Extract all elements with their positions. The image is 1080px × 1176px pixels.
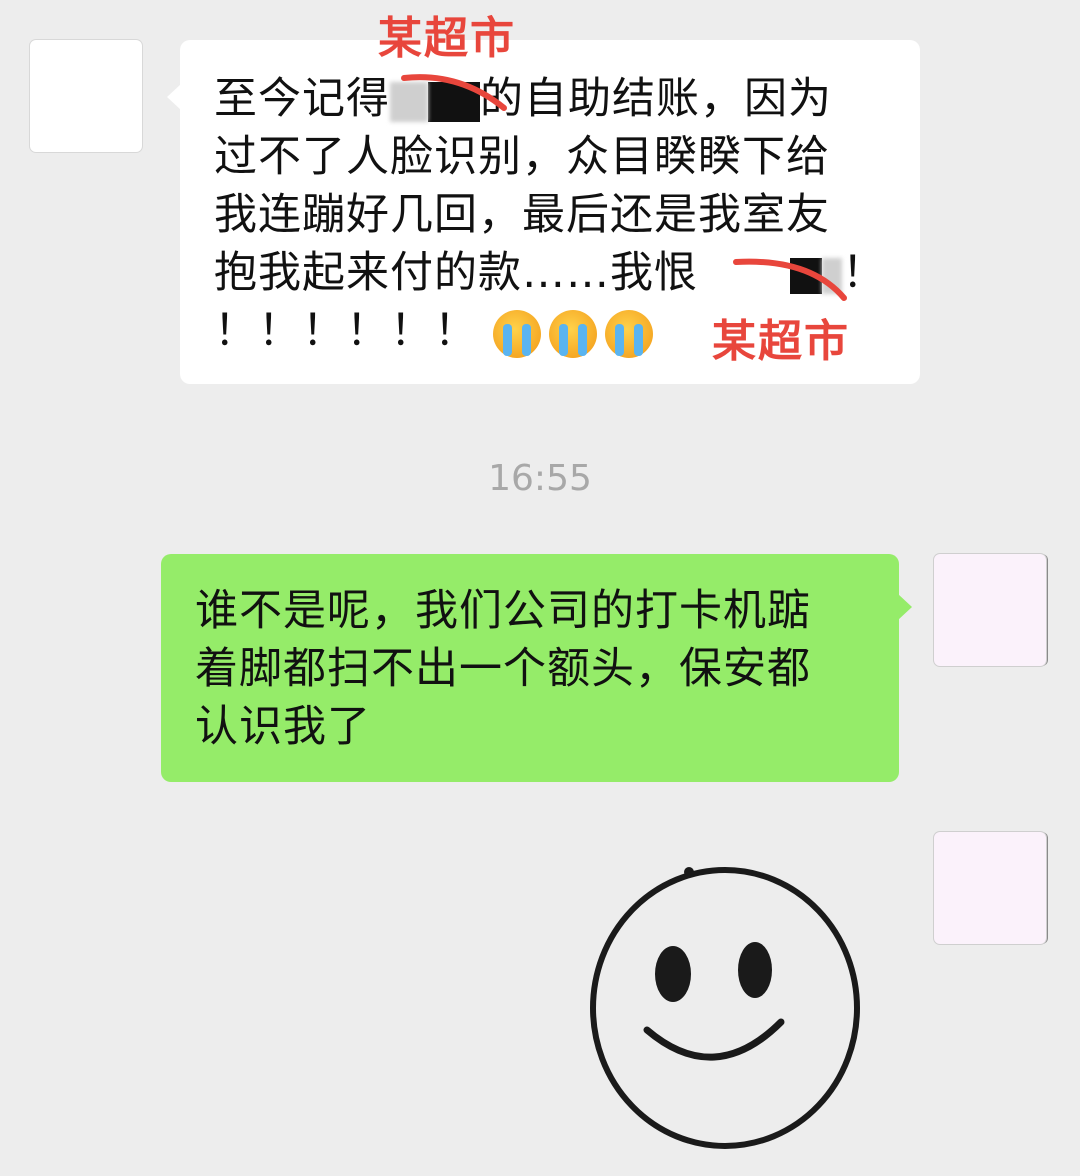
- message-line: ！！！！！！: [214, 302, 661, 360]
- message-line: 至今记得 的自助结账，因为: [214, 70, 832, 128]
- annotation-label-bottom: 某超市: [712, 316, 850, 367]
- loudly-crying-face-icon: [604, 309, 653, 358]
- annotation-stroke-bottom: [733, 258, 847, 301]
- outgoing-message-bubble[interactable]: 谁不是呢，我们公司的打卡机踮 着脚都扫不出一个额头，保安都 认识我了: [161, 554, 912, 782]
- loudly-crying-face-icon: [492, 309, 541, 358]
- message-line: 认识我了: [195, 702, 371, 752]
- self-avatar[interactable]: [934, 554, 1046, 666]
- message-line: 着脚都扫不出一个额头，保安都: [195, 644, 811, 694]
- message-text: 至今记得: [214, 74, 390, 124]
- annotation-label-top: 某超市: [378, 13, 516, 64]
- message-line: 谁不是呢，我们公司的打卡机踮: [195, 586, 811, 636]
- loudly-crying-face-icon: [548, 309, 597, 358]
- self-avatar-sticker[interactable]: [934, 832, 1046, 944]
- annotation-stroke-top: [401, 74, 507, 111]
- message-line: 过不了人脸识别，众目睽睽下给: [214, 132, 830, 182]
- sender-avatar[interactable]: [30, 40, 142, 152]
- message-text: 的自助结账，因为: [480, 74, 832, 124]
- message-text: 抱我起来付的款……我恨: [214, 248, 698, 298]
- message-timestamp: 16:55: [488, 458, 592, 499]
- message-text: ！！！！！！: [214, 306, 478, 356]
- smiley-face-icon[interactable]: [585, 862, 865, 1152]
- message-line: 我连蹦好几回，最后还是我室友: [214, 190, 830, 240]
